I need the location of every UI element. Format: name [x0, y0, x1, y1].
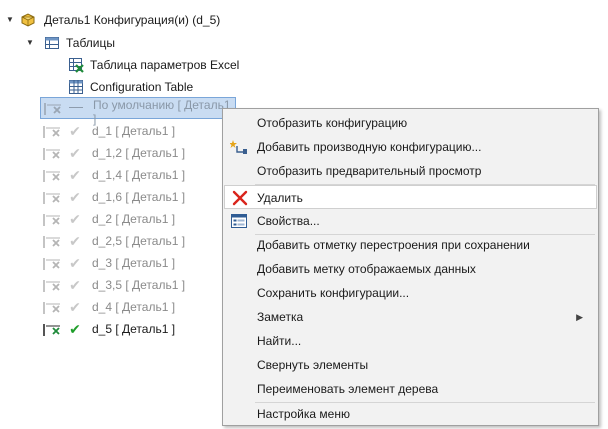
submenu-arrow-icon: ▶ — [576, 312, 583, 322]
config-item-label: d_5 [ Деталь1 ] — [92, 322, 176, 336]
config-flag-icon — [42, 300, 64, 314]
delete-icon — [231, 190, 249, 206]
menu-item-customize-menu[interactable]: Настройка меню — [224, 402, 597, 426]
tables-folder-row[interactable]: ▼ Таблицы — [0, 32, 240, 54]
menu-item-collapse-items[interactable]: Свернуть элементы — [224, 353, 597, 377]
tree-root-row[interactable]: ▼ Деталь1 Конфигурация(и) (d_5) — [0, 9, 240, 31]
table-item-excel[interactable]: Таблица параметров Excel — [0, 54, 240, 76]
config-flag-icon — [42, 212, 64, 226]
menu-item-label: Добавить производную конфигурацию... — [257, 140, 482, 154]
config-item-label: d_2 [ Деталь1 ] — [92, 212, 176, 226]
configuration-table-icon — [68, 79, 84, 95]
config-item[interactable]: ✔ d_1,2 [ Деталь1 ] — [40, 142, 230, 164]
config-flag-icon — [42, 146, 64, 160]
menu-item-show-preview[interactable]: Отобразить предварительный просмотр — [224, 159, 597, 183]
config-item-label: d_1,4 [ Деталь1 ] — [92, 168, 186, 182]
config-flag-icon — [42, 124, 64, 138]
menu-item-label: Настройка меню — [257, 407, 350, 421]
config-item[interactable]: ✔ d_4 [ Деталь1 ] — [40, 296, 230, 318]
config-flag-icon — [42, 278, 64, 292]
configuration-tree: ▼ Деталь1 Конфигурация(и) (d_5) ▼ Таблиц… — [0, 0, 240, 429]
config-item[interactable]: ✔ d_1,6 [ Деталь1 ] — [40, 186, 230, 208]
menu-item-delete[interactable]: Удалить — [224, 185, 597, 209]
menu-item-label: Свойства... — [257, 214, 320, 228]
config-item-default[interactable]: — По умолчанию [ Деталь1 ] — [40, 97, 236, 126]
menu-item-show-configuration[interactable]: Отобразить конфигурацию — [224, 111, 597, 135]
menu-item-label: Отобразить предварительный просмотр — [257, 164, 482, 178]
check-icon: ✔ — [69, 123, 81, 139]
menu-item-label: Удалить — [257, 191, 303, 205]
menu-item-label: Заметка — [257, 310, 304, 324]
menu-item-add-rebuild-mark[interactable]: Добавить отметку перестроения при сохран… — [224, 233, 597, 257]
check-icon: ✔ — [69, 145, 81, 161]
config-flag-icon — [43, 102, 65, 116]
tables-folder-label: Таблицы — [66, 36, 116, 50]
derived-config-icon — [229, 139, 248, 155]
check-icon: ✔ — [69, 189, 81, 205]
check-icon: ✔ — [69, 321, 81, 337]
context-menu: Отобразить конфигурацию Добавить произво… — [222, 108, 599, 426]
config-item[interactable]: ✔ d_3 [ Деталь1 ] — [40, 252, 230, 274]
config-item[interactable]: ✔ d_2 [ Деталь1 ] — [40, 208, 230, 230]
menu-item-note[interactable]: Заметка ▶ — [224, 305, 597, 329]
config-item-label: d_4 [ Деталь1 ] — [92, 300, 176, 314]
config-flag-icon — [42, 190, 64, 204]
collapse-arrow-icon[interactable]: ▼ — [4, 9, 16, 31]
part-configuration-icon — [20, 12, 36, 28]
menu-item-label: Сохранить конфигурации... — [257, 286, 410, 300]
config-item[interactable]: ✔ d_1 [ Деталь1 ] — [40, 120, 230, 142]
config-item[interactable]: ✔ d_3,5 [ Деталь1 ] — [40, 274, 230, 296]
menu-item-label: Добавить метку отображаемых данных — [257, 262, 476, 276]
check-icon: ✔ — [69, 299, 81, 315]
table-item-configuration[interactable]: Configuration Table — [0, 76, 240, 98]
config-item-active[interactable]: ✔ d_5 [ Деталь1 ] — [40, 318, 230, 340]
menu-item-properties[interactable]: Свойства... — [224, 209, 597, 233]
excel-table-icon — [68, 57, 84, 73]
menu-item-label: Отобразить конфигурацию — [257, 116, 408, 130]
tables-folder-icon — [44, 35, 60, 51]
config-item-label: d_1,6 [ Деталь1 ] — [92, 190, 186, 204]
check-icon: ✔ — [69, 255, 81, 271]
config-item-label: d_1,2 [ Деталь1 ] — [92, 146, 186, 160]
config-item[interactable]: ✔ d_2,5 [ Деталь1 ] — [40, 230, 230, 252]
menu-item-label: Найти... — [257, 334, 302, 348]
config-flag-icon — [42, 168, 64, 182]
config-item-label: d_1 [ Деталь1 ] — [92, 124, 176, 138]
config-flag-icon — [42, 256, 64, 270]
properties-icon — [230, 213, 248, 229]
config-flag-icon — [42, 322, 64, 336]
config-item-label: d_3 [ Деталь1 ] — [92, 256, 176, 270]
menu-item-add-display-data-mark[interactable]: Добавить метку отображаемых данных — [224, 257, 597, 281]
menu-item-add-derived-configuration[interactable]: Добавить производную конфигурацию... — [224, 135, 597, 159]
check-icon: ✔ — [69, 277, 81, 293]
check-icon: ✔ — [69, 233, 81, 249]
menu-item-rename-tree-item[interactable]: Переименовать элемент дерева — [224, 377, 597, 401]
inactive-dash-icon: — — [69, 98, 83, 114]
config-item-label: d_3,5 [ Деталь1 ] — [92, 278, 186, 292]
tree-root-label: Деталь1 Конфигурация(и) (d_5) — [44, 13, 221, 27]
table-item-label: Configuration Table — [90, 80, 194, 94]
config-item[interactable]: ✔ d_1,4 [ Деталь1 ] — [40, 164, 230, 186]
check-icon: ✔ — [69, 211, 81, 227]
config-item-label: d_2,5 [ Деталь1 ] — [92, 234, 186, 248]
menu-item-label: Добавить отметку перестроения при сохран… — [257, 238, 530, 252]
table-item-label: Таблица параметров Excel — [90, 58, 240, 72]
collapse-arrow-icon[interactable]: ▼ — [24, 32, 36, 54]
menu-item-label: Свернуть элементы — [257, 358, 369, 372]
menu-item-label: Переименовать элемент дерева — [257, 382, 439, 396]
menu-item-find[interactable]: Найти... — [224, 329, 597, 353]
config-flag-icon — [42, 234, 64, 248]
check-icon: ✔ — [69, 167, 81, 183]
menu-item-save-configurations[interactable]: Сохранить конфигурации... — [224, 281, 597, 305]
